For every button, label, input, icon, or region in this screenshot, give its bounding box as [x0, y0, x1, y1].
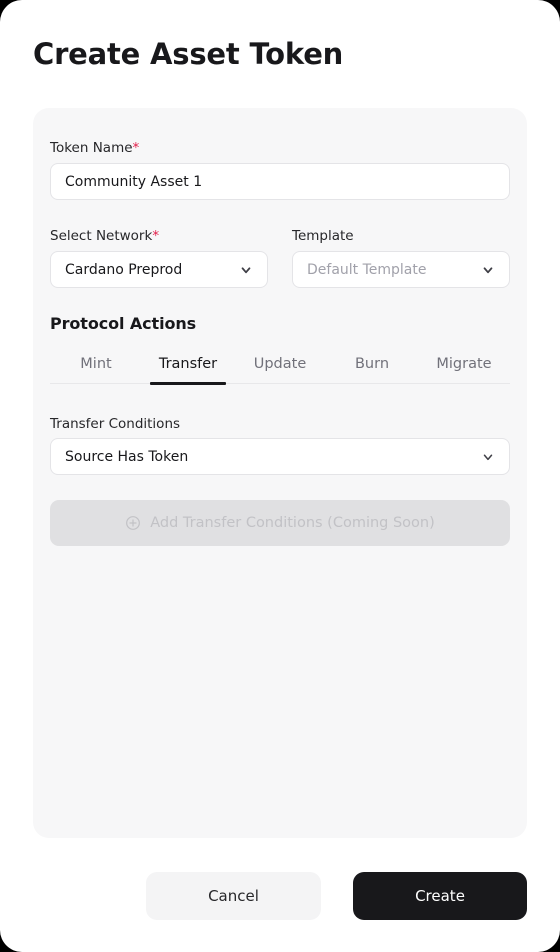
select-network-dropdown[interactable]: Cardano Preprod [50, 251, 268, 288]
tab-burn[interactable]: Burn [326, 348, 418, 384]
tab-transfer[interactable]: Transfer [142, 348, 234, 385]
cancel-button[interactable]: Cancel [146, 872, 321, 920]
token-name-value: Community Asset 1 [65, 173, 203, 190]
template-placeholder: Default Template [307, 261, 427, 278]
transfer-conditions-dropdown[interactable]: Source Has Token [50, 438, 510, 475]
token-name-label: Token Name* [50, 139, 139, 157]
token-name-input[interactable]: Community Asset 1 [50, 163, 510, 200]
create-button[interactable]: Create [353, 872, 527, 920]
create-asset-token-screen: Create Asset Token Token Name* Community… [0, 0, 560, 952]
select-network-value: Cardano Preprod [65, 261, 183, 278]
tab-migrate[interactable]: Migrate [418, 348, 510, 384]
add-transfer-conditions-label: Add Transfer Conditions (Coming Soon) [150, 515, 435, 531]
token-name-label-text: Token Name [50, 140, 133, 156]
template-dropdown[interactable]: Default Template [292, 251, 510, 288]
transfer-conditions-label: Transfer Conditions [50, 416, 181, 432]
page-title: Create Asset Token [33, 37, 344, 71]
add-transfer-conditions-button[interactable]: Add Transfer Conditions (Coming Soon) [50, 500, 510, 546]
transfer-conditions-value: Source Has Token [65, 448, 189, 465]
protocol-actions-tabs: Mint Transfer Update Burn Migrate [50, 348, 510, 385]
tab-update[interactable]: Update [234, 348, 326, 384]
select-network-required-marker: * [152, 228, 160, 244]
chevron-down-icon [239, 263, 253, 277]
chevron-down-icon [481, 450, 495, 464]
plus-circle-icon [125, 515, 141, 531]
select-network-label-text: Select Network [50, 228, 153, 244]
token-name-required-marker: * [132, 140, 140, 156]
template-label: Template [292, 227, 354, 245]
select-network-label: Select Network* [50, 227, 159, 245]
chevron-down-icon [481, 263, 495, 277]
protocol-actions-heading: Protocol Actions [50, 314, 197, 333]
tab-mint[interactable]: Mint [50, 348, 142, 384]
template-label-text: Template [292, 228, 354, 244]
